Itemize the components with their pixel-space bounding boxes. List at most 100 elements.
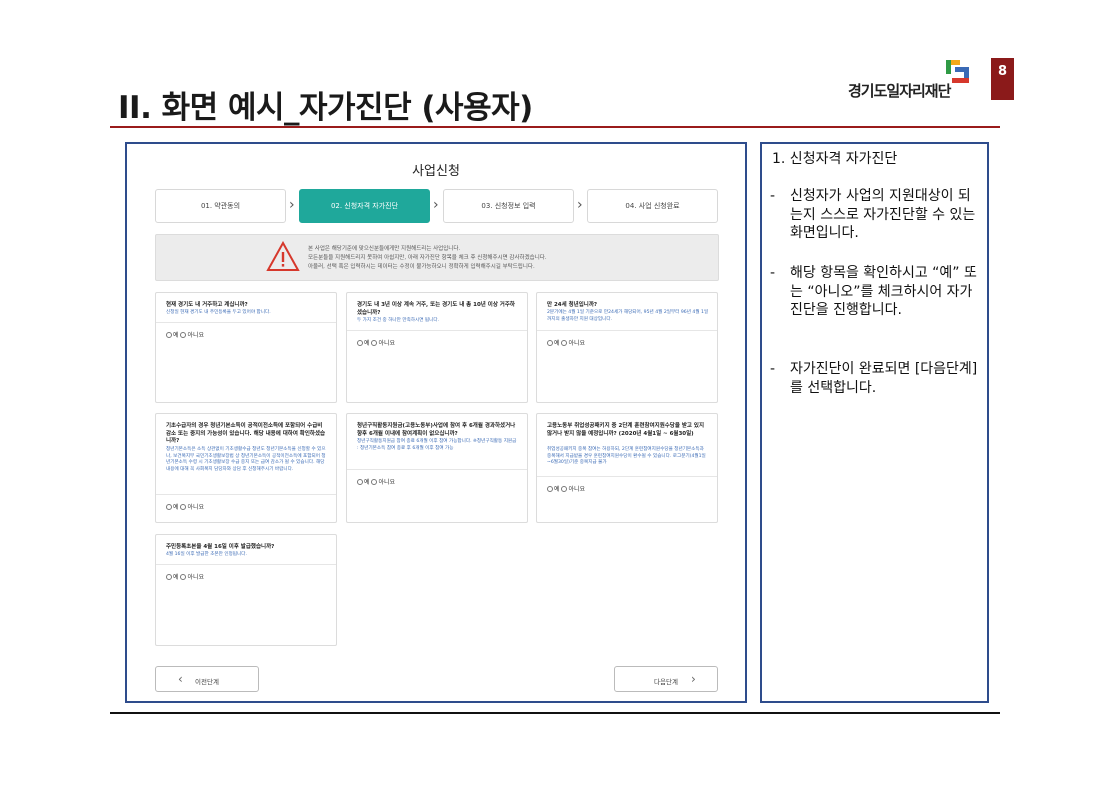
note-text: 자가진단이 완료되면 [다음단계]를 선택합니다. xyxy=(790,361,978,396)
radio-yes[interactable] xyxy=(166,332,172,338)
radio-no[interactable] xyxy=(371,340,378,346)
question-card-3: 만 24세 청년입니까? 2분기에는 4월 1일 기준으로 만24세가 해당되어… xyxy=(536,292,718,403)
answer-options: 예 아니요 xyxy=(166,502,204,511)
note-text: 해당 항목을 확인하시고 “예” 또는 “아니오”를 체크하시어 자가진단을 진… xyxy=(790,265,977,318)
radio-yes[interactable] xyxy=(357,340,363,346)
radio-yes[interactable] xyxy=(547,340,553,346)
next-step-label: 다음단계 xyxy=(654,678,678,686)
question-text: 경기도 내 3년 이상 계속 거주, 또는 경기도 내 총 10년 이상 거주하… xyxy=(357,302,515,316)
question-card-7: 주민등록초본을 4월 16일 이후 발급했습니까? 4월 16일 이후 발급한 … xyxy=(155,534,337,646)
question-hint: 청년구직활동지원금 참여 종료 6개월 이후 참여 가능합니다. ※청년구직활동… xyxy=(357,439,517,451)
question-card-1: 현재 경기도 내 거주하고 계십니까? 신청일 현재 경기도 내 주민등록을 두… xyxy=(155,292,337,403)
step-4[interactable]: 04. 사업 신청완료 xyxy=(587,189,718,223)
question-card-5: 청년구직활동지원금(고용노동부)사업에 참여 후 6개월 경과하셨거나 향후 6… xyxy=(346,413,528,523)
question-hint: 신청일 현재 경기도 내 주민등록을 두고 있어야 합니다. xyxy=(166,310,271,315)
radio-yes[interactable] xyxy=(547,486,553,492)
option-no-label: 아니요 xyxy=(568,340,586,347)
card-divider xyxy=(347,330,527,331)
radio-no[interactable] xyxy=(180,504,187,510)
page-number: 8 xyxy=(991,58,1014,100)
answer-options: 예 아니요 xyxy=(547,338,585,347)
option-no-label: 아니요 xyxy=(568,486,586,493)
screen-mockup: 사업신청 01. 약관동의 › 02. 신청자격 자가진단 › 03. 신청정보… xyxy=(125,142,747,703)
screen-title: 사업신청 xyxy=(412,164,460,179)
notice-text: 본 사업은 해당기준에 맞으신분들에게만 지원해드리는 사업입니다. 모든분들을… xyxy=(308,245,547,272)
warning-icon xyxy=(266,241,300,271)
radio-no[interactable] xyxy=(180,332,187,338)
step-indicator: 01. 약관동의 › 02. 신청자격 자가진단 › 03. 신청정보 입력 ›… xyxy=(155,189,719,223)
step-3[interactable]: 03. 신청정보 입력 xyxy=(443,189,574,223)
description-panel: 1. 신청자격 자가진단 - 신청자가 사업의 지원대상이 되는지 스스로 자가… xyxy=(760,142,989,703)
chevron-right-icon: › xyxy=(691,672,696,686)
brand-logo: 경기도일자리재단 xyxy=(848,56,978,106)
step-1[interactable]: 01. 약관동의 xyxy=(155,189,286,223)
radio-no[interactable] xyxy=(561,486,568,492)
bullet-dash: - xyxy=(770,188,776,204)
bullet-dash: - xyxy=(770,265,776,281)
answer-options: 예 아니요 xyxy=(547,484,585,493)
logo-mark-icon xyxy=(946,60,969,83)
notice-line: 본 사업은 해당기준에 맞으신분들에게만 지원해드리는 사업입니다. xyxy=(308,246,461,252)
radio-no[interactable] xyxy=(371,479,378,485)
question-text: 기초수급자의 경우 청년기본소득이 공적이전소득에 포함되어 수급비 감소 또는… xyxy=(166,423,326,444)
question-card-6: 고용노동부 취업성공패키지 중 2단계 훈련참여지원수당을 받고 있지 않거나 … xyxy=(536,413,718,523)
radio-no[interactable] xyxy=(180,574,187,580)
step-2[interactable]: 02. 신청자격 자가진단 xyxy=(299,189,430,223)
notice-banner: 본 사업은 해당기준에 맞으신분들에게만 지원해드리는 사업입니다. 모든분들을… xyxy=(155,234,719,281)
question-text: 청년구직활동지원금(고용노동부)사업에 참여 후 6개월 경과하셨거나 향후 6… xyxy=(357,423,516,437)
note-item-1: - 신청자가 사업의 지원대상이 되는지 스스로 자가진단할 수 있는 화면입니… xyxy=(770,187,982,243)
question-hint: 두 가지 조건 중 하나만 만족하시면 됩니다. xyxy=(357,318,440,323)
slide-title: II. 화면 예시_자가진단 (사용자) xyxy=(118,90,533,126)
option-yes-label: 예 xyxy=(173,504,179,511)
option-yes-label: 예 xyxy=(364,340,370,347)
question-hint: 4월 16일 이후 발급한 초본만 인정됩니다. xyxy=(166,552,247,557)
option-no-label: 아니요 xyxy=(187,504,205,511)
notice-line: 모든분들을 지원해드리지 못하여 아쉽지만, 아래 자가진단 항목을 체크 후 … xyxy=(308,255,547,261)
notes-heading: 1. 신청자격 자가진단 xyxy=(772,151,898,167)
question-text: 주민등록초본을 4월 16일 이후 발급했습니까? xyxy=(166,544,275,550)
answer-options: 예 아니요 xyxy=(166,330,204,339)
answer-options: 예 아니요 xyxy=(166,572,204,581)
notice-line: 아울러, 선택 혹은 입력하시는 데이터는 수정이 불가능하오니 정확하게 입력… xyxy=(308,264,535,270)
answer-options: 예 아니요 xyxy=(357,477,395,486)
answer-options: 예 아니요 xyxy=(357,338,395,347)
radio-yes[interactable] xyxy=(166,504,172,510)
option-yes-label: 예 xyxy=(364,479,370,486)
question-text: 만 24세 청년입니까? xyxy=(547,302,598,308)
note-item-3: - 자가진단이 완료되면 [다음단계]를 선택합니다. xyxy=(770,360,982,397)
option-yes-label: 예 xyxy=(173,574,179,581)
option-no-label: 아니요 xyxy=(378,340,396,347)
option-yes-label: 예 xyxy=(554,340,560,347)
option-no-label: 아니요 xyxy=(187,332,205,339)
option-yes-label: 예 xyxy=(554,486,560,493)
card-divider xyxy=(156,322,336,323)
question-hint: 청년기본소득은 소득 상관없이 기초생활수급 청년도 청년기본소득을 신청할 수… xyxy=(166,447,326,472)
next-step-button[interactable]: 다음단계 › xyxy=(614,666,718,692)
radio-yes[interactable] xyxy=(357,479,363,485)
note-item-2: - 해당 항목을 확인하시고 “예” 또는 “아니오”를 체크하시어 자가진단을… xyxy=(770,264,982,320)
radio-yes[interactable] xyxy=(166,574,172,580)
question-text: 고용노동부 취업성공패키지 중 2단계 훈련참여지원수당을 받고 있지 않거나 … xyxy=(547,423,704,437)
footer-divider xyxy=(110,712,1000,714)
card-divider xyxy=(347,469,527,470)
prev-step-button[interactable]: ‹ 이전단계 xyxy=(155,666,259,692)
question-hint: 취업성공패키지 중복 참여는 허용하되, 2단계 훈련참여지원수당을 청년기본소… xyxy=(547,447,706,465)
radio-no[interactable] xyxy=(561,340,568,346)
card-divider xyxy=(156,494,336,495)
step-arrow-icon: › xyxy=(289,197,295,213)
question-card-2: 경기도 내 3년 이상 계속 거주, 또는 경기도 내 총 10년 이상 거주하… xyxy=(346,292,528,403)
option-yes-label: 예 xyxy=(173,332,179,339)
bullet-dash: - xyxy=(770,361,776,377)
question-card-4: 기초수급자의 경우 청년기본소득이 공적이전소득에 포함되어 수급비 감소 또는… xyxy=(155,413,337,523)
question-hint: 2분기에는 4월 1일 기준으로 만24세가 해당되어, 95년 4월 2일부터… xyxy=(547,310,709,322)
note-text: 신청자가 사업의 지원대상이 되는지 스스로 자가진단할 수 있는 화면입니다. xyxy=(790,188,976,241)
title-divider xyxy=(110,126,1000,128)
card-divider xyxy=(156,564,336,565)
step-arrow-icon: › xyxy=(433,197,439,213)
step-arrow-icon: › xyxy=(577,197,583,213)
logo-text: 경기도일자리재단 xyxy=(848,82,951,100)
option-no-label: 아니요 xyxy=(378,479,396,486)
card-divider xyxy=(537,330,717,331)
prev-step-label: 이전단계 xyxy=(195,678,219,686)
question-text: 현재 경기도 내 거주하고 계십니까? xyxy=(166,302,248,308)
